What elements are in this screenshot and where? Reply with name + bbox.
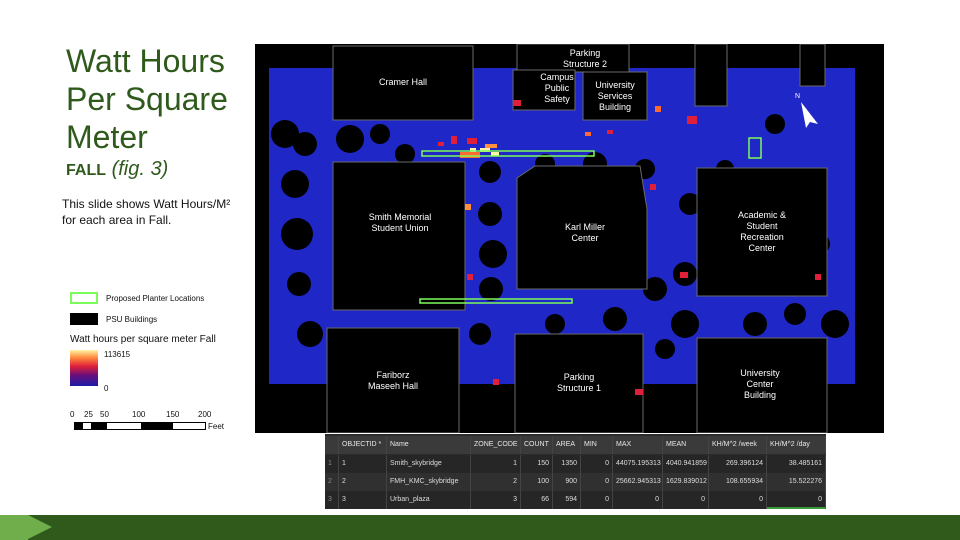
table-row[interactable]: 2 2 FMH_KMC_skybridge 2 100 900 0 25662.… [325,473,826,491]
header-cell[interactable] [325,436,339,454]
scale-tick: 200 [198,410,212,419]
north-label: N [795,93,800,100]
label-university-center-building: University Center Building [740,368,780,400]
header-cell[interactable]: AREA [553,436,581,454]
scale-unit-label: Feet [208,422,225,431]
raster-gradient [70,350,98,386]
header-cell[interactable]: KH/M^2 /week [709,436,767,454]
legend-planter-row: Proposed Planter Locations [70,292,204,304]
subtitle-season: FALL [66,162,106,179]
label-parking-structure-1: Parking Structure 1 [556,372,602,393]
footer-band [0,515,960,540]
legend-buildings-row: PSU Buildings [70,313,157,325]
scale-tick: 150 [166,410,180,419]
header-cell[interactable]: OBJECTID * [339,436,387,454]
buildings-swatch [70,313,98,325]
subtitle-figure: (fig. 3) [111,158,169,180]
header-cell[interactable]: ZONE_CODE [471,436,521,454]
label-cramer-hall: Cramer Hall [378,77,427,87]
attribute-table[interactable]: OBJECTID * Name ZONE_CODE COUNT AREA MIN… [325,434,826,509]
label-asrc: Academic & Student Recreation Center [737,210,787,253]
header-cell[interactable]: Name [387,436,471,454]
label-university-services-building: University Services Building [595,80,635,112]
table-row[interactable]: 3 3 Urban_plaza 3 66 594 0 0 0 0 0 [325,491,826,509]
heat-map: N Cramer Hall Parking Structure 2 Campus P… [255,44,884,433]
label-smith-memorial-student-union: Smith Memorial Student Union [368,212,432,233]
header-cell[interactable]: MAX [613,436,663,454]
raster-min-label: 0 [104,384,109,393]
raster-max-label: 113615 [104,350,131,359]
scale-bar [74,422,206,430]
legend-planter-label: Proposed Planter Locations [106,293,205,303]
header-cell[interactable]: MEAN [663,436,709,454]
legend-buildings-label: PSU Buildings [106,314,158,324]
header-cell[interactable]: COUNT [521,436,553,454]
label-karl-miller-center: Karl Miller Center [564,222,605,243]
label-fariborz-maseeh-hall: Fariborz Maseeh Hall [367,370,419,391]
header-cell[interactable]: KH/M^2 /day [767,436,826,454]
scale-tick: 0 [70,410,75,419]
footer-accent [0,515,28,540]
scale-tick-labels: 0 25 50 100 150 200 [70,410,230,420]
table-row[interactable]: 1 1 Smith_skybridge 1 150 1350 0 44075.1… [325,455,826,473]
slide-description: This slide shows Watt Hours/M² for each … [62,197,231,227]
scale-tick: 100 [132,410,146,419]
slide-title: Watt Hours Per Square Meter [66,43,228,155]
label-parking-structure-2: Parking Structure 2 [562,48,608,69]
scale-tick: 50 [100,410,109,419]
footer-arrow [28,515,52,539]
planter-swatch [70,292,98,304]
scale-tick: 25 [84,410,93,419]
slide-subtitle: FALL (fig. 3) [66,158,168,181]
label-campus-public-safety: Campus Public Safety [540,72,574,104]
table-header-row: OBJECTID * Name ZONE_CODE COUNT AREA MIN… [325,436,826,454]
header-cell[interactable]: MIN [581,436,613,454]
legend-raster-title: Watt hours per square meter Fall [70,334,216,345]
